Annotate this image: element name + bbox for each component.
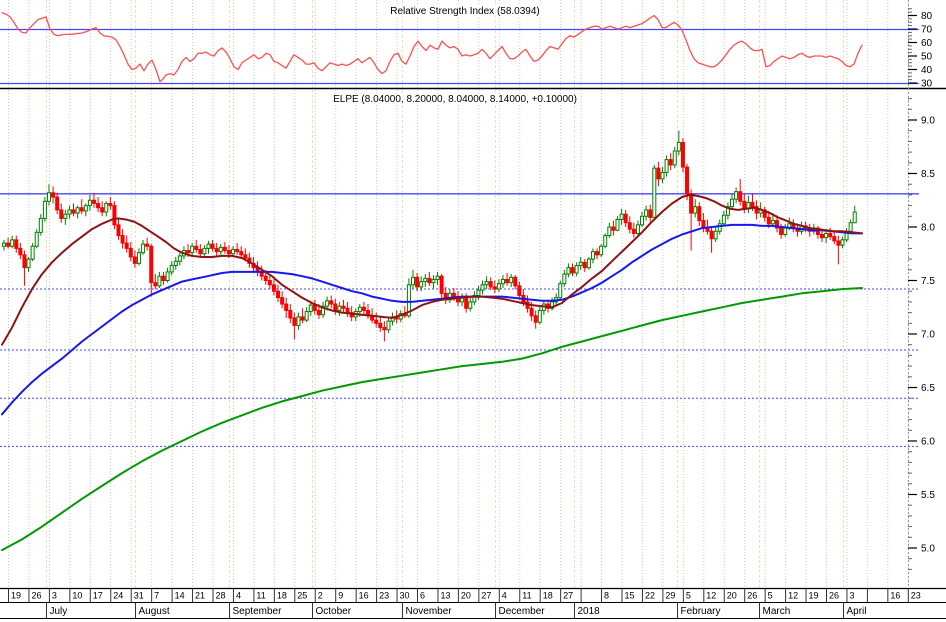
svg-text:30: 30: [921, 79, 933, 90]
rsi-panel: [0, 12, 919, 85]
svg-text:12: 12: [788, 591, 798, 601]
svg-text:March: March: [763, 606, 791, 617]
svg-text:7.5: 7.5: [921, 276, 935, 287]
svg-text:20: 20: [461, 591, 471, 601]
svg-text:40: 40: [921, 65, 933, 76]
svg-text:8.5: 8.5: [921, 169, 935, 180]
svg-text:18: 18: [543, 591, 553, 601]
svg-text:21: 21: [195, 591, 205, 601]
svg-text:20: 20: [727, 591, 737, 601]
svg-text:2: 2: [318, 591, 323, 601]
svg-text:11: 11: [522, 591, 531, 601]
svg-text:22: 22: [645, 591, 655, 601]
svg-text:19: 19: [11, 591, 21, 601]
svg-text:July: July: [50, 606, 68, 617]
svg-text:5.5: 5.5: [921, 490, 935, 501]
svg-text:4: 4: [502, 591, 507, 601]
svg-text:18: 18: [277, 591, 287, 601]
panel-frame-lines: [0, 87, 946, 619]
svg-text:2018: 2018: [578, 606, 601, 617]
svg-text:7.0: 7.0: [921, 330, 935, 341]
svg-text:27: 27: [563, 591, 573, 601]
svg-text:10: 10: [72, 591, 82, 601]
svg-text:5: 5: [686, 591, 691, 601]
chart-window: { "colors": { "band_line": "#4545ff", "s…: [0, 0, 946, 622]
svg-text:27: 27: [481, 591, 491, 601]
svg-text:7: 7: [154, 591, 159, 601]
svg-text:29: 29: [665, 591, 675, 601]
svg-text:13: 13: [440, 591, 450, 601]
svg-text:4: 4: [236, 591, 241, 601]
svg-text:August: August: [139, 606, 170, 617]
svg-text:23: 23: [911, 591, 921, 601]
svg-text:31: 31: [134, 591, 144, 601]
svg-text:November: November: [406, 606, 453, 617]
bottom-date-axis: 19 26 3 10 17 24 31 7 14 21 28 4 11 18 25 2 9 16 23 30 6 13 20…: [8, 589, 921, 618]
svg-text:6: 6: [420, 591, 425, 601]
svg-text:6.0: 6.0: [921, 437, 935, 448]
svg-text:26: 26: [829, 591, 839, 601]
svg-text:October: October: [316, 606, 352, 617]
svg-text:50: 50: [921, 52, 933, 63]
svg-text:17: 17: [93, 591, 103, 601]
svg-text:December: December: [499, 606, 546, 617]
svg-text:3: 3: [849, 591, 854, 601]
price-panel-title: ELPE (8.04000, 8.20000, 8.04000, 8.14000…: [330, 94, 580, 105]
svg-text:6.5: 6.5: [921, 383, 935, 394]
svg-text:60: 60: [921, 38, 933, 49]
candlestick-series: [2, 130, 857, 342]
svg-text:25: 25: [297, 591, 307, 601]
svg-text:19: 19: [809, 591, 819, 601]
svg-text:11: 11: [256, 591, 265, 601]
svg-text:April: April: [847, 606, 867, 617]
svg-text:3: 3: [52, 591, 57, 601]
svg-text:23: 23: [379, 591, 389, 601]
svg-text:5: 5: [768, 591, 773, 601]
svg-text:16: 16: [359, 591, 369, 601]
rsi-panel-title: Relative Strength Index (58.0394): [387, 6, 543, 17]
svg-text:February: February: [681, 606, 721, 617]
svg-text:12: 12: [706, 591, 716, 601]
svg-text:September: September: [233, 606, 283, 617]
svg-text:8: 8: [604, 591, 609, 601]
svg-text:9: 9: [338, 591, 343, 601]
svg-text:30: 30: [400, 591, 410, 601]
svg-text:70: 70: [921, 25, 933, 36]
svg-text:80: 80: [921, 11, 933, 22]
svg-text:16: 16: [890, 591, 900, 601]
svg-text:14: 14: [175, 591, 185, 601]
svg-text:24: 24: [113, 591, 123, 601]
svg-text:26: 26: [747, 591, 757, 601]
svg-text:5.0: 5.0: [921, 544, 935, 555]
svg-text:26: 26: [31, 591, 41, 601]
svg-text:8.0: 8.0: [921, 223, 935, 234]
svg-text:28: 28: [216, 591, 226, 601]
svg-text:15: 15: [625, 591, 635, 601]
svg-text:9.0: 9.0: [921, 116, 935, 127]
